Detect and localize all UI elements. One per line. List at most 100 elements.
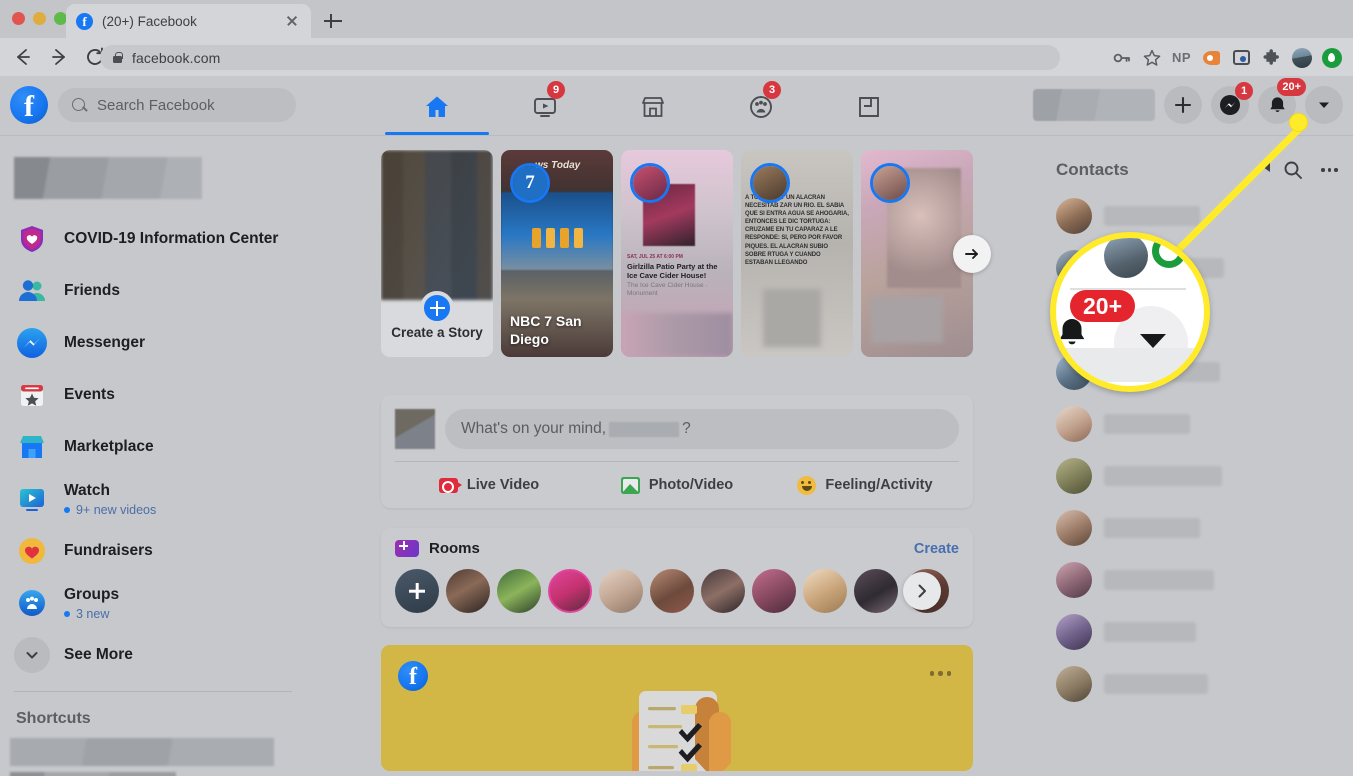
watch-icon xyxy=(14,481,50,517)
close-tab-icon[interactable] xyxy=(283,12,301,30)
contact-list-item[interactable] xyxy=(1046,658,1346,710)
left-sidebar: COVID-19 Information Center Friends Mess… xyxy=(0,137,320,776)
sidebar-sublabel-text: 9+ new videos xyxy=(76,503,156,517)
monitor-extension-icon[interactable] xyxy=(1228,44,1255,71)
create-button[interactable] xyxy=(1164,86,1202,124)
messenger-button[interactable]: 1 xyxy=(1211,86,1249,124)
avatar xyxy=(1056,458,1092,494)
green-extension-icon[interactable] xyxy=(1318,44,1345,71)
room-avatar[interactable] xyxy=(803,569,847,613)
promo-illustration xyxy=(577,667,777,771)
avatar xyxy=(1056,562,1092,598)
sidebar-item-watch[interactable]: Watch 9+ new videos xyxy=(10,473,320,525)
sidebar-item-see-more[interactable]: See More xyxy=(10,629,320,681)
room-avatar[interactable] xyxy=(650,569,694,613)
more-options-icon[interactable] xyxy=(1321,160,1338,180)
sidebar-item-marketplace[interactable]: Marketplace xyxy=(10,421,320,473)
back-arrow-icon[interactable] xyxy=(10,44,36,70)
browser-tab[interactable]: f (20+) Facebook xyxy=(66,4,311,38)
room-avatar[interactable] xyxy=(599,569,643,613)
story-author-avatar: 7 xyxy=(510,163,550,203)
search-input[interactable]: Search Facebook xyxy=(58,88,296,122)
sidebar-item-events[interactable]: Events xyxy=(10,369,320,421)
profile-avatar-icon[interactable] xyxy=(1288,44,1315,71)
new-indicator-dot xyxy=(64,611,70,617)
nav-tab-home[interactable] xyxy=(383,81,491,133)
stories-next-button[interactable] xyxy=(953,235,991,273)
sidebar-item-groups[interactable]: Groups 3 new xyxy=(10,577,320,629)
orange-extension-icon[interactable] xyxy=(1198,44,1225,71)
forward-arrow-icon[interactable] xyxy=(46,44,72,70)
nav-tab-gaming[interactable] xyxy=(815,81,923,133)
contact-list-item[interactable] xyxy=(1046,606,1346,658)
composer-avatar[interactable] xyxy=(395,409,435,449)
contacts-header: Contacts xyxy=(1046,150,1346,190)
live-video-button[interactable]: Live Video xyxy=(395,462,583,508)
shortcut-item-redacted[interactable] xyxy=(10,772,176,776)
magnifier-content: 20+ xyxy=(1056,238,1204,386)
minimize-window-button[interactable] xyxy=(33,12,46,25)
favicon-letter: f xyxy=(82,15,86,28)
contacts-title: Contacts xyxy=(1056,160,1129,180)
stories-tray: Create a Story ws Today 7 NBC 7 San Dieg… xyxy=(381,150,973,357)
feeling-activity-button[interactable]: Feeling/Activity xyxy=(771,462,959,508)
contact-list-item[interactable] xyxy=(1046,398,1346,450)
sidebar-item-fundraisers[interactable]: Fundraisers xyxy=(10,525,320,577)
browser-toolbar: facebook.com NP xyxy=(0,38,1353,76)
account-menu-button[interactable] xyxy=(1305,86,1343,124)
address-bar[interactable]: facebook.com xyxy=(100,45,1060,70)
sidebar-item-friends[interactable]: Friends xyxy=(10,265,320,317)
nav-tab-watch[interactable]: 9 xyxy=(491,81,599,133)
photo-video-label: Photo/Video xyxy=(649,477,733,493)
rooms-next-button[interactable] xyxy=(903,572,941,610)
contact-list-item[interactable] xyxy=(1046,502,1346,554)
promo-card[interactable]: f xyxy=(381,645,973,771)
sidebar-label: See More xyxy=(64,646,133,664)
room-avatar[interactable] xyxy=(497,569,541,613)
story-card[interactable]: A TORTUGA Y UN ALACRAN NECESITAB ZAR UN … xyxy=(741,150,853,357)
room-avatar[interactable] xyxy=(701,569,745,613)
create-room-avatar-button[interactable] xyxy=(395,569,439,613)
np-extension-icon[interactable]: NP xyxy=(1168,44,1195,71)
create-story-card[interactable]: Create a Story xyxy=(381,150,493,357)
contact-list-item[interactable] xyxy=(1046,450,1346,502)
story-card[interactable]: ws Today 7 NBC 7 San Diego xyxy=(501,150,613,357)
puzzle-extensions-icon[interactable] xyxy=(1258,44,1285,71)
video-room-icon[interactable] xyxy=(1245,160,1265,180)
close-window-button[interactable] xyxy=(12,12,25,25)
sidebar-item-covid[interactable]: COVID-19 Information Center xyxy=(10,213,320,265)
photo-video-button[interactable]: Photo/Video xyxy=(583,462,771,508)
sidebar-label: Groups xyxy=(64,586,119,604)
room-avatar[interactable] xyxy=(752,569,796,613)
search-icon[interactable] xyxy=(1283,160,1303,180)
sidebar-profile-redacted[interactable] xyxy=(14,157,202,199)
new-tab-plus-icon[interactable] xyxy=(322,10,344,32)
avatar xyxy=(1056,614,1092,650)
room-avatar[interactable] xyxy=(854,569,898,613)
shortcut-item-redacted[interactable] xyxy=(10,738,274,766)
nav-tab-marketplace[interactable] xyxy=(599,81,707,133)
sidebar-item-messenger[interactable]: Messenger xyxy=(10,317,320,369)
password-key-icon[interactable] xyxy=(1108,44,1135,71)
account-name-redacted[interactable] xyxy=(1033,89,1155,121)
room-avatar[interactable] xyxy=(446,569,490,613)
facebook-logo-icon: f xyxy=(398,661,428,691)
story-graphic xyxy=(519,228,595,250)
friends-icon xyxy=(14,273,50,309)
live-video-icon xyxy=(439,478,458,493)
room-avatar[interactable] xyxy=(548,569,592,613)
rooms-icon xyxy=(395,540,419,557)
story-card[interactable]: SAT, JUL 25 AT 6:00 PM Girlzilla Patio P… xyxy=(621,150,733,357)
facebook-logo-icon[interactable]: f xyxy=(10,86,48,124)
contact-list-item[interactable] xyxy=(1046,190,1346,242)
story-caption-block: SAT, JUL 25 AT 6:00 PM Girlzilla Patio P… xyxy=(627,254,727,290)
nav-tab-groups[interactable]: 3 xyxy=(707,81,815,133)
more-options-icon[interactable] xyxy=(930,671,952,676)
create-room-button[interactable]: Create xyxy=(914,541,959,557)
contact-list-item[interactable] xyxy=(1046,554,1346,606)
live-video-label: Live Video xyxy=(467,477,539,493)
bookmark-star-icon[interactable] xyxy=(1138,44,1165,71)
sidebar-label: Friends xyxy=(64,282,120,300)
story-author-avatar xyxy=(870,163,910,203)
composer-input[interactable]: What's on your mind, ? xyxy=(445,409,959,449)
